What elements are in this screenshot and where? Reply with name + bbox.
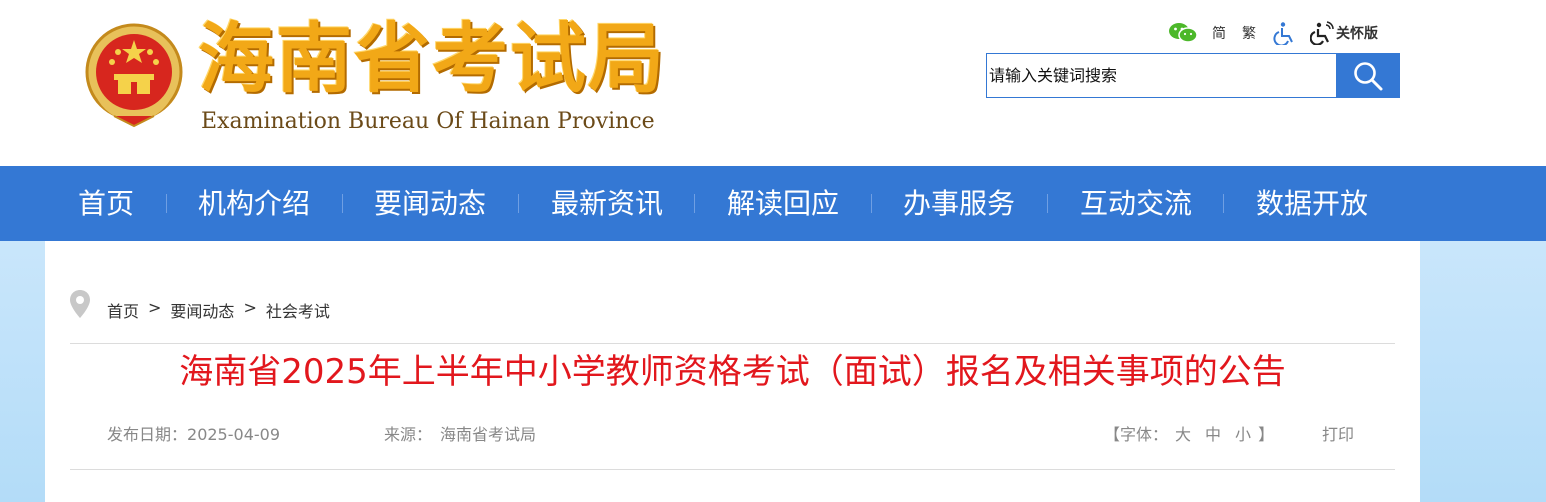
- font-size-bracket-close: 】: [1258, 425, 1275, 444]
- care-mode-icon: [1310, 21, 1334, 45]
- site-logo-english[interactable]: Examination Bureau Of Hainan Province: [201, 108, 655, 136]
- wechat-icon[interactable]: [1168, 22, 1198, 44]
- article-source: 来源： 海南省考试局: [384, 421, 536, 445]
- nav-divider: [342, 194, 343, 213]
- search-icon: [1354, 61, 1383, 90]
- nav-item-services[interactable]: 办事服务: [903, 166, 1015, 241]
- font-size-large[interactable]: 大: [1175, 421, 1191, 445]
- breadcrumb-social-exams[interactable]: 社会考试: [266, 298, 330, 322]
- nav-item-interaction[interactable]: 互动交流: [1080, 166, 1192, 241]
- publish-date-value: 2025-04-09: [187, 425, 280, 444]
- nav-item-open-data[interactable]: 数据开放: [1256, 166, 1368, 241]
- divider: [70, 469, 1395, 470]
- breadcrumb-home[interactable]: 首页: [107, 298, 139, 322]
- care-mode-label: 关怀版: [1336, 26, 1378, 42]
- breadcrumb-separator: >: [148, 298, 162, 317]
- nav-item-latest[interactable]: 最新资讯: [551, 166, 663, 241]
- main-nav: 首页 机构介绍 要闻动态 最新资讯 解读回应 办事服务 互动交流 数据开放: [0, 166, 1546, 241]
- traditional-chinese-link[interactable]: 繁: [1242, 23, 1256, 43]
- nav-item-home[interactable]: 首页: [78, 166, 134, 241]
- font-size-label: 【字体：: [1104, 425, 1169, 444]
- search-button[interactable]: [1336, 53, 1400, 98]
- nav-item-about[interactable]: 机构介绍: [198, 166, 310, 241]
- nav-item-interpretation[interactable]: 解读回应: [727, 166, 839, 241]
- care-mode-link[interactable]: 关怀版: [1310, 21, 1378, 45]
- print-link[interactable]: 打印: [1322, 421, 1354, 445]
- nav-divider: [518, 194, 519, 213]
- nav-divider: [166, 194, 167, 213]
- source-value: 海南省考试局: [440, 425, 537, 444]
- nav-divider: [1223, 194, 1224, 213]
- national-emblem-icon: [85, 23, 183, 128]
- nav-divider: [871, 194, 872, 213]
- breadcrumb-separator: >: [243, 298, 257, 317]
- site-logo-chinese[interactable]: 海南省考试局: [198, 14, 668, 104]
- publish-date-label: 发布日期：: [107, 425, 188, 444]
- nav-divider: [1047, 194, 1048, 213]
- accessibility-icon[interactable]: [1272, 21, 1296, 45]
- nav-item-news[interactable]: 要闻动态: [374, 166, 486, 241]
- font-size-small[interactable]: 小: [1235, 421, 1251, 445]
- search-input[interactable]: [986, 53, 1336, 98]
- nav-divider: [694, 194, 695, 213]
- page-background-right: [1420, 241, 1546, 502]
- publish-date: 发布日期：2025-04-09: [107, 421, 280, 445]
- site-header: 海南省考试局 Examination Bureau Of Hainan Prov…: [0, 0, 1546, 166]
- simplified-chinese-link[interactable]: 简: [1212, 23, 1226, 43]
- font-size-switcher: 【字体： 大 中 小 】: [1104, 421, 1274, 445]
- font-size-medium[interactable]: 中: [1205, 421, 1221, 445]
- page-background-left: [0, 241, 45, 502]
- breadcrumb-news[interactable]: 要闻动态: [170, 298, 234, 322]
- location-pin-icon: [70, 290, 90, 318]
- divider: [70, 343, 1395, 344]
- header-tools: 简 繁 关怀版: [1168, 20, 1378, 46]
- article-title: 海南省2025年上半年中小学教师资格考试（面试）报名及相关事项的公告: [179, 352, 1286, 392]
- search-box: [986, 53, 1400, 98]
- breadcrumb: 首页 > 要闻动态 > 社会考试: [107, 298, 330, 322]
- source-label: 来源：: [384, 425, 433, 444]
